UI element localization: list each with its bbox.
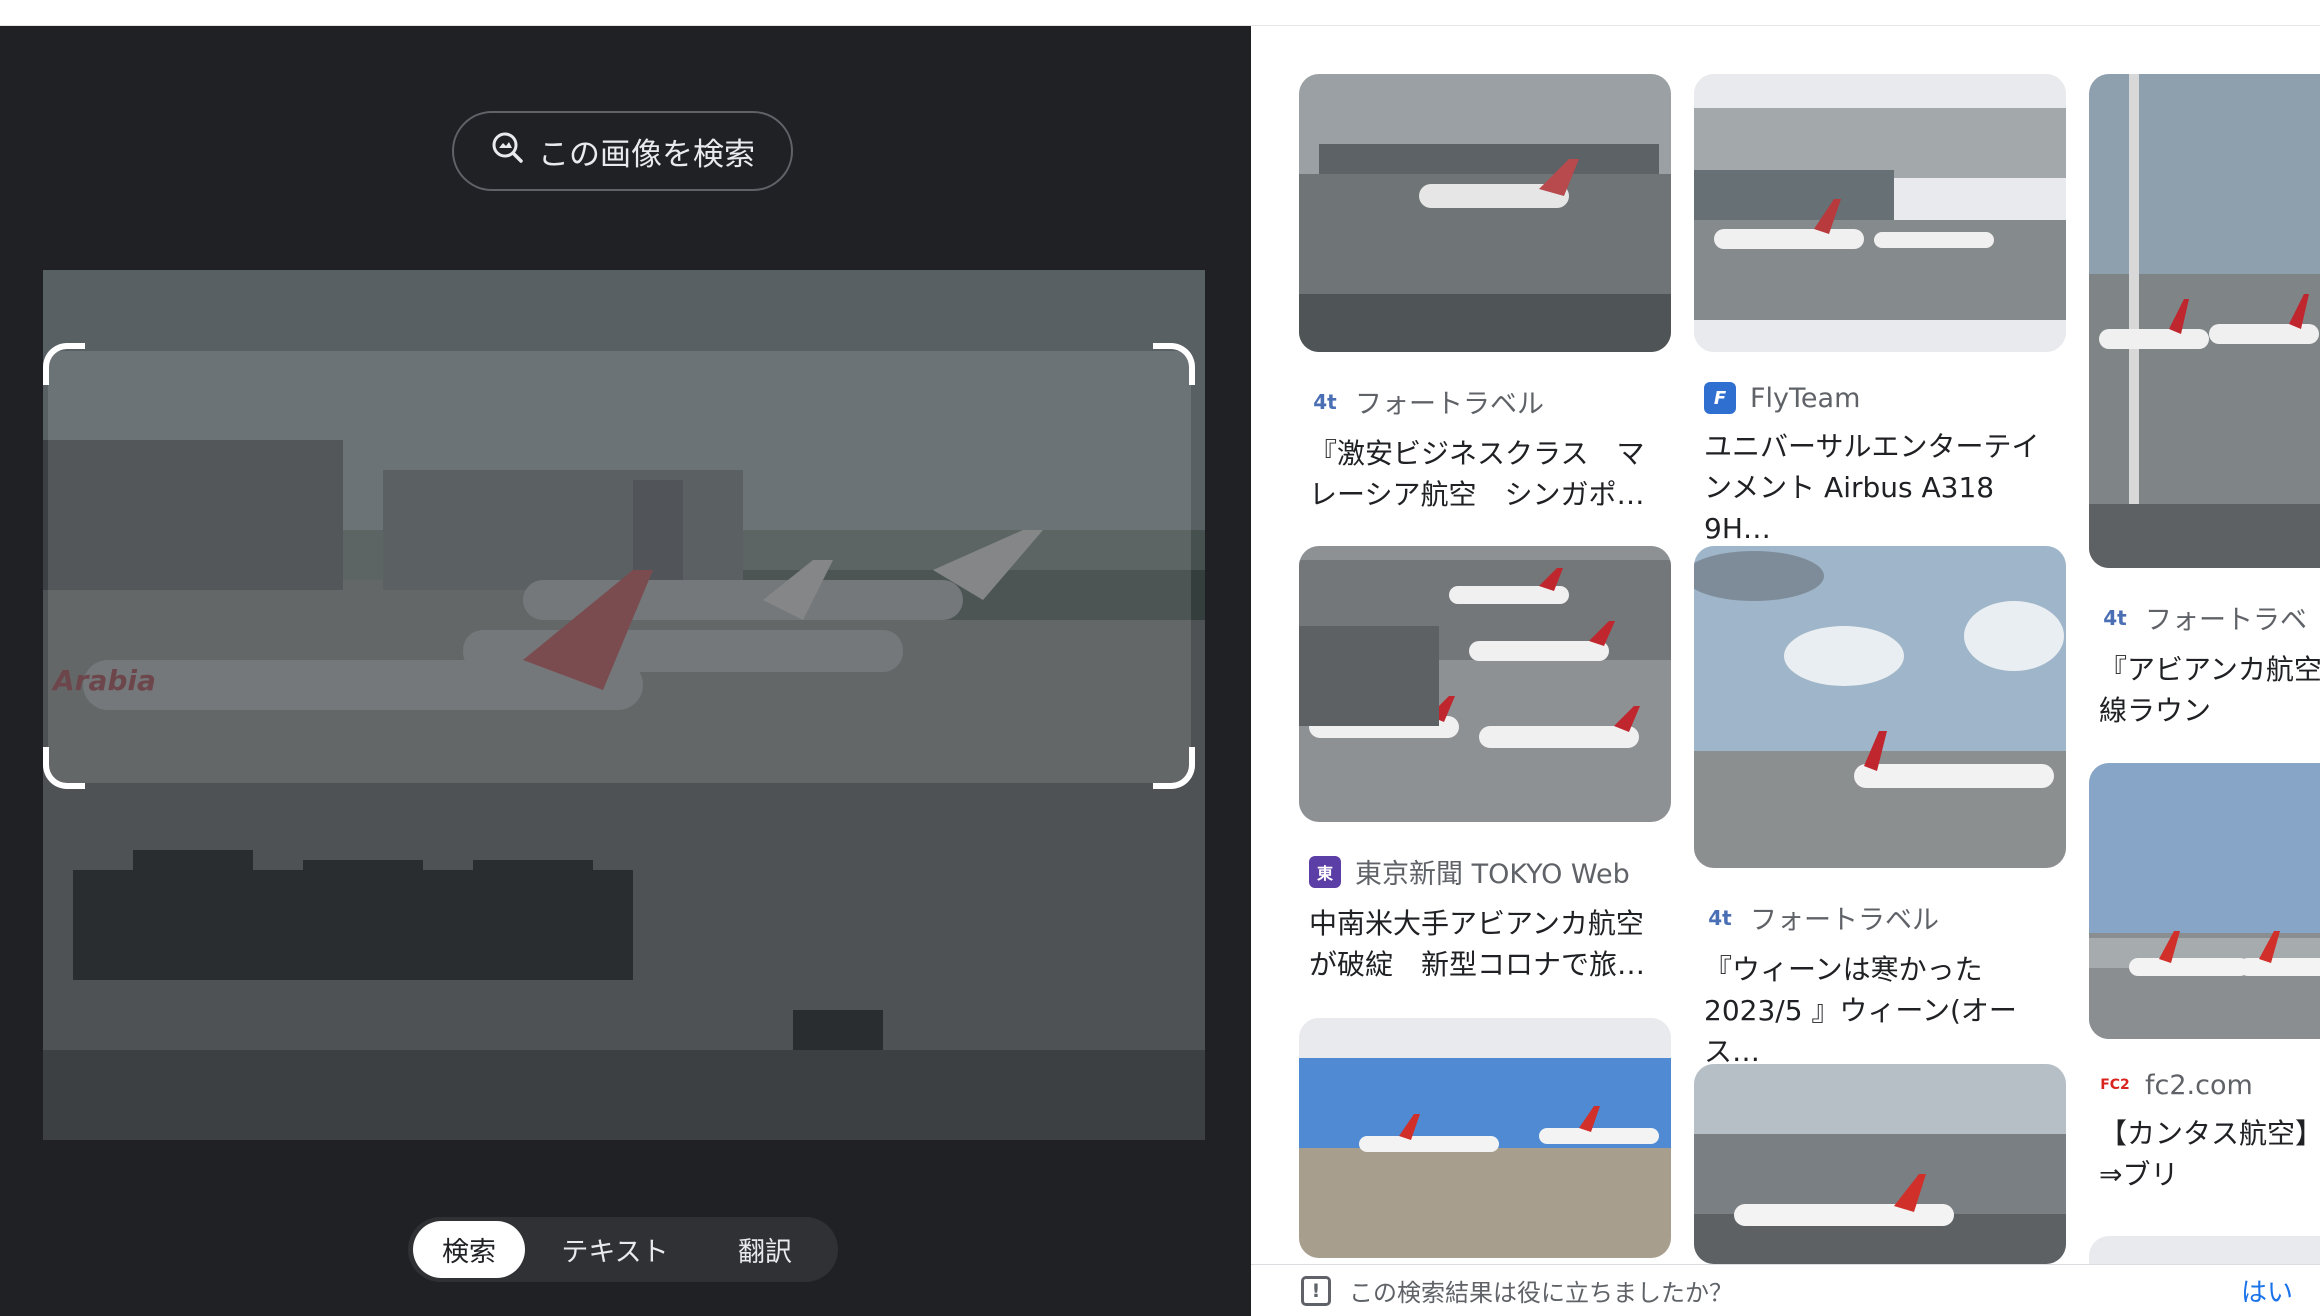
lens-mode-switcher: 検索 テキスト 翻訳 [408,1217,838,1282]
result-thumbnail[interactable] [1299,546,1671,822]
result-card[interactable]: 東東京新聞 TOKYO Web 中南米大手アビアンカ航空が破綻 新型コロナで旅… [1299,546,1671,985]
crop-handle-top-left[interactable] [43,343,85,385]
visual-matches-panel: 4t フォートラベル 『激安ビジネスクラス マレーシア航空 シンガポ… 東東京新聞… [1251,26,2320,1316]
feedback-bar: ! この検索結果は役に立ちましたか？ はい [1251,1264,2320,1316]
feedback-question: この検索結果は役に立ちましたか？ [1349,1279,1733,1307]
result-title[interactable]: 『ウィーンは寒かった 2023/5 』ウィーン(オース… [1694,949,2066,1072]
result-title[interactable]: 【カンタス航空】⇒シドニー⇒ブリ [2089,1113,2320,1195]
search-this-image-label: この画像を検索 [538,136,755,173]
result-title[interactable]: ユニバーサルエンターテインメント Airbus A318 9H… [1694,426,2066,549]
result-card[interactable]: 4t フォートラベ 『アビアンカ航空空港国内線ラウン [2089,74,2320,731]
feedback-yes-link[interactable]: はい [2241,1272,2293,1309]
result-thumbnail[interactable] [1694,546,2066,868]
image-search-icon [490,130,524,172]
browser-top-strip [0,0,2320,26]
result-thumbnail[interactable] [1299,74,1671,352]
fc2-favicon: FC2 [2100,1077,2130,1093]
result-source: フォートラベル [1750,905,1939,936]
airport-apron-photo: Arabia [43,270,1205,1140]
feedback-icon: ! [1301,1275,1331,1306]
result-card[interactable]: 4t フォートラベル 『激安ビジネスクラス マレーシア航空 シンガポ… [1299,74,1671,515]
result-source: 東京新聞 TOKYO Web [1355,859,1630,890]
mode-tab-text[interactable]: テキスト [525,1221,705,1278]
4travel-favicon: 4t [1313,389,1337,414]
result-source: フォートラベ [2145,605,2307,636]
result-source: フォートラベル [1355,389,1544,420]
result-card[interactable]: FC2 fc2.com 【カンタス航空】⇒シドニー⇒ブリ [2089,763,2320,1195]
result-card[interactable]: 4t フォートラベル 『ウィーンは寒かった 2023/5 』ウィーン(オース… [1694,546,2066,1072]
flyteam-favicon: F [1704,382,1736,414]
source-photo: Arabia [43,270,1205,1140]
result-thumbnail[interactable] [1694,1064,2066,1264]
result-title[interactable]: 『アビアンカ航空空港国内線ラウン [2089,649,2320,731]
4travel-favicon: 4t [2103,605,2127,630]
search-this-image-button[interactable]: この画像を検索 [452,111,793,191]
tokyo-shimbun-favicon: 東 [1309,855,1341,888]
result-source: FlyTeam [1750,382,1861,414]
result-source: fc2.com [2145,1069,2253,1101]
4travel-favicon: 4t [1708,905,1732,930]
result-title[interactable]: 中南米大手アビアンカ航空が破綻 新型コロナで旅… [1299,903,1671,985]
result-card[interactable] [1694,1064,2066,1264]
mode-tab-translate[interactable]: 翻訳 [705,1221,825,1278]
mode-tab-search[interactable]: 検索 [413,1221,525,1278]
result-title[interactable]: 『激安ビジネスクラス マレーシア航空 シンガポ… [1299,433,1671,515]
result-thumbnail[interactable] [1694,74,2066,352]
result-card[interactable]: F FlyTeam ユニバーサルエンターテインメント Airbus A318 9H… [1694,74,2066,549]
result-card[interactable] [1299,1018,1671,1258]
result-thumbnail[interactable] [2089,74,2320,568]
result-thumbnail[interactable] [2089,763,2320,1039]
result-thumbnail[interactable] [1299,1018,1671,1258]
